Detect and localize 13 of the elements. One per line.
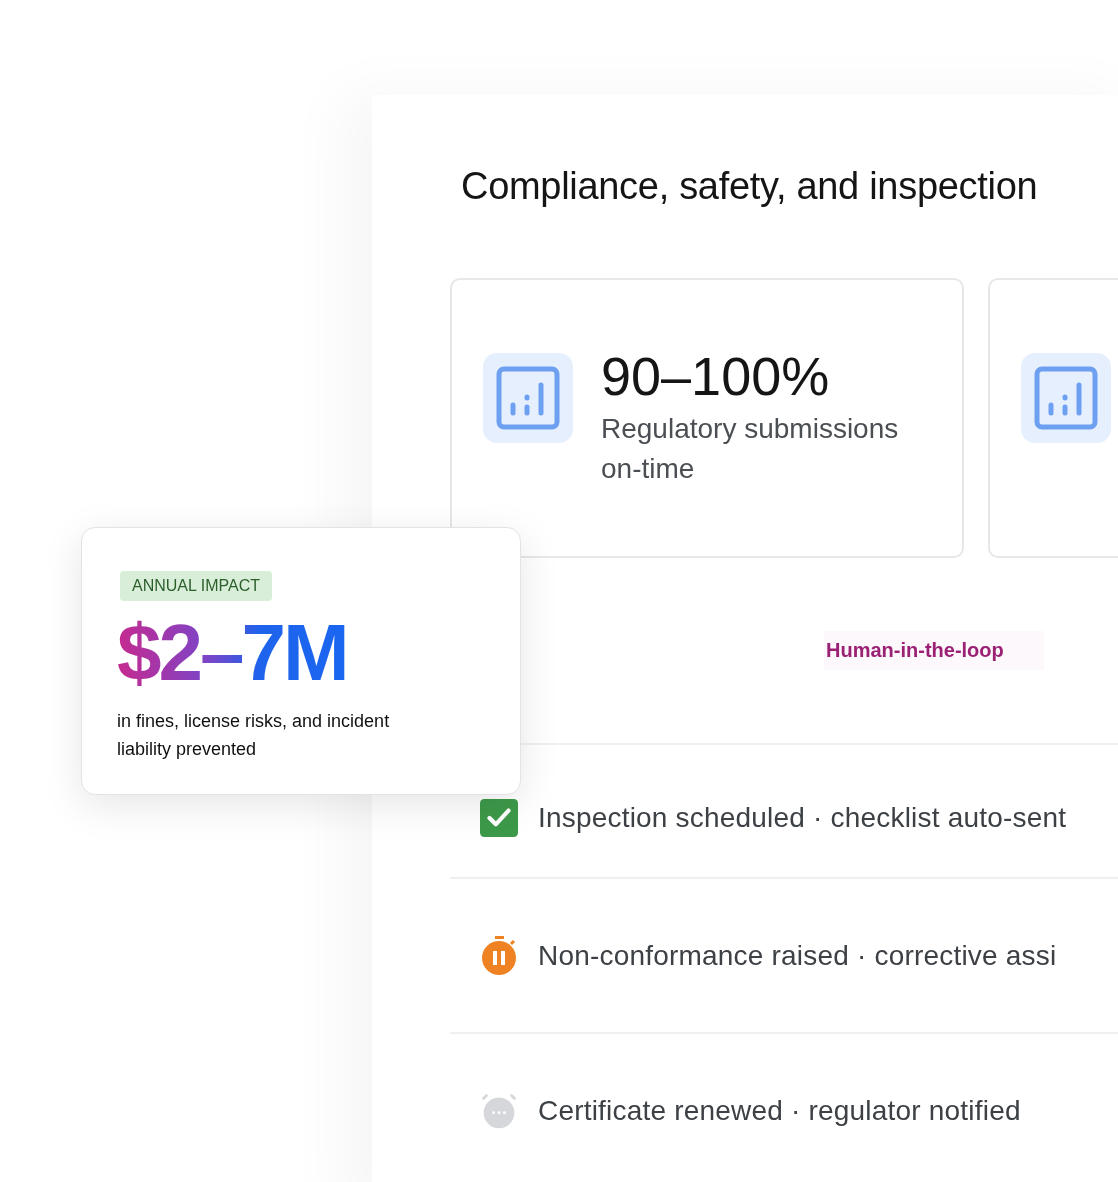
mode-tag: Human-in-the-loop [824,631,1044,670]
checkbox-icon [480,798,518,838]
impact-badge: ANNUAL IMPACT [120,571,272,601]
bar-chart-icon [1021,353,1111,443]
event-text: Inspection scheduled · checklist auto-sent [538,802,1067,834]
stat-value: 90–100% [601,349,831,403]
impact-description: in fines, license risks, and incident liability prevented [117,710,391,761]
bar-chart-icon [483,353,573,443]
stat-label: Regulatory submissions on-time [601,412,900,486]
event-text: Non-conformance raised · corrective assi [538,939,1057,972]
stopwatch-icon [480,935,518,976]
section-title: Compliance, safety, and inspection [461,165,1039,208]
event-text: Certificate renewed · regulator notified [538,1094,1021,1127]
